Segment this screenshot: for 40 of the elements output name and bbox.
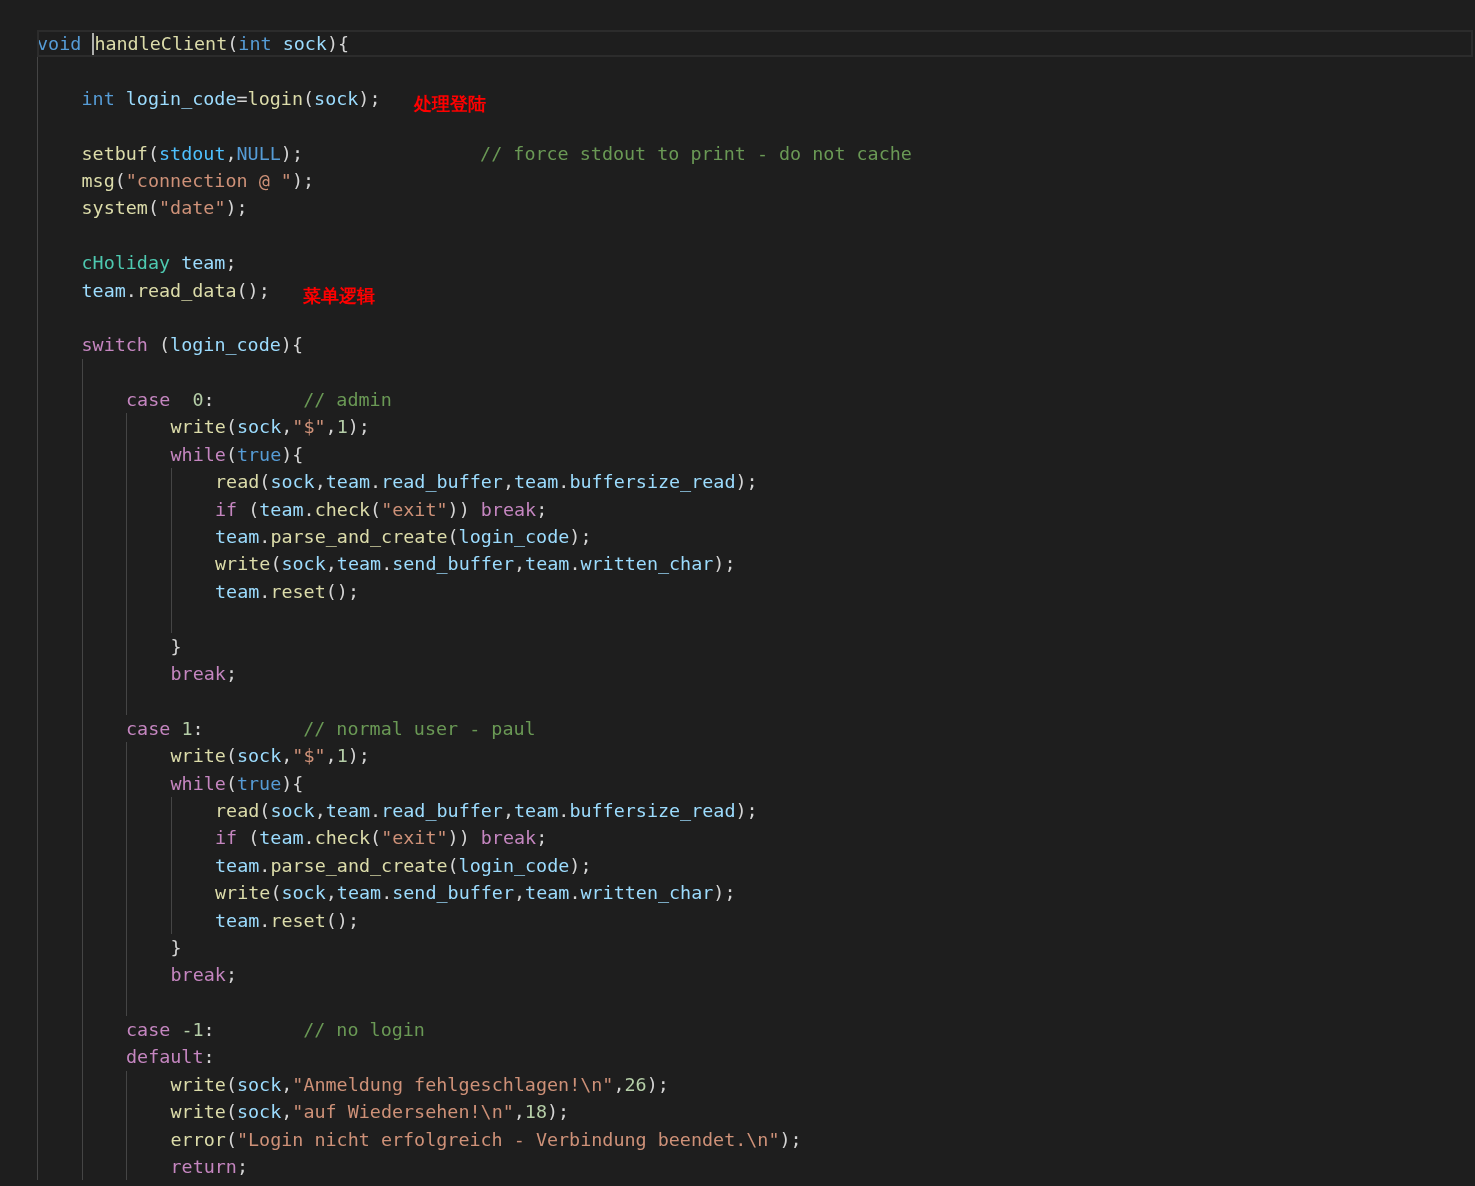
annotation-note: 菜单逻辑 xyxy=(302,283,375,308)
code-line: write(sock,"auf Wiedersehen!\n",18); xyxy=(170,1100,570,1125)
code-line: read(sock,team.read_buffer,team.buffersize_read); xyxy=(215,470,758,495)
annotation-note: 处理登陆 xyxy=(413,91,486,116)
code-line: team.parse_and_create(login_code); xyxy=(215,525,592,550)
code-comment: // admin xyxy=(303,388,392,413)
code-line: case -1: xyxy=(126,1018,216,1043)
code-line: team.reset(); xyxy=(215,908,359,933)
code-comment: // force stdout to print - do not cache xyxy=(480,141,912,166)
code-line: write(sock,"Anmeldung fehlgeschlagen!\n",26); xyxy=(170,1072,669,1097)
code-line: while(true){ xyxy=(170,771,304,796)
code-line: } xyxy=(170,634,182,659)
code-line: while(true){ xyxy=(170,442,304,467)
code-line: case 1: xyxy=(126,716,205,741)
code-line: system("date"); xyxy=(81,196,248,221)
code-line: write(sock,team.send_buffer,team.written_char); xyxy=(215,552,736,577)
code-line: break; xyxy=(170,662,237,686)
code-line: void handleClient(int sock){ xyxy=(37,30,350,58)
code-line: setbuf(stdout,NULL); xyxy=(81,141,304,166)
code-comment: // no login xyxy=(303,1018,425,1043)
code-line: write(sock,"$",1); xyxy=(170,744,370,769)
code-line: switch (login_code){ xyxy=(81,333,303,358)
code-line: return; xyxy=(170,1155,248,1179)
code-line: if (team.check("exit")) break; xyxy=(215,497,548,522)
code-line: team.parse_and_create(login_code); xyxy=(215,853,592,878)
code-line: break; xyxy=(170,963,237,988)
code-line: } xyxy=(170,935,182,960)
code-line: write(sock,"$",1); xyxy=(170,415,370,440)
code-line: team.read_data(); xyxy=(81,278,270,303)
code-comment: // normal user - paul xyxy=(303,716,536,741)
code-line: msg("connection @ "); xyxy=(81,168,315,193)
code-line: error("Login nicht erfolgreich - Verbindung beendet.\n"); xyxy=(170,1127,802,1152)
code-line: if (team.check("exit")) break; xyxy=(215,826,548,851)
code-line: cHoliday team; xyxy=(81,251,237,276)
code-line: default: xyxy=(126,1045,215,1070)
code-line: read(sock,team.read_buffer,team.buffersize_read); xyxy=(215,798,758,823)
code-line: case 0: xyxy=(126,388,216,413)
code-line: int login_code=login(sock); xyxy=(81,86,381,111)
code-line: write(sock,team.send_buffer,team.written_char); xyxy=(215,881,736,906)
code-line: team.reset(); xyxy=(215,579,359,604)
